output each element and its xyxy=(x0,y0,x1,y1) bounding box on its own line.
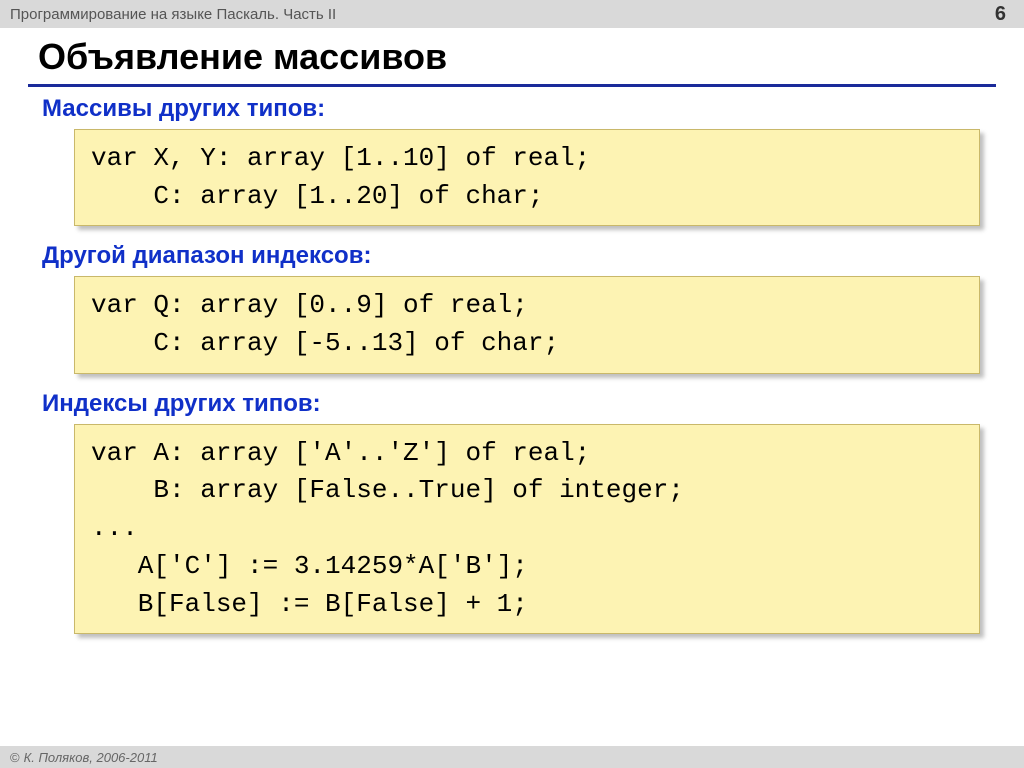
section-label-1: Массивы других типов: xyxy=(42,95,996,123)
slide-body: Объявление массивов Массивы других типов… xyxy=(0,28,1024,634)
header-bar: Программирование на языке Паскаль. Часть… xyxy=(0,0,1024,28)
page-number: 6 xyxy=(995,3,1006,26)
header-title: Программирование на языке Паскаль. Часть… xyxy=(10,6,336,23)
footer-bar: © К. Поляков, 2006-2011 xyxy=(0,746,1024,768)
code-block-1: var X, Y: array [1..10] of real; C: arra… xyxy=(74,129,980,226)
section-label-3: Индексы других типов: xyxy=(42,390,996,418)
footer-text: К. Поляков, 2006-2011 xyxy=(24,750,158,765)
copyright-symbol: © xyxy=(10,750,20,765)
slide-title: Объявление массивов xyxy=(28,36,996,87)
code-block-3: var A: array ['A'..'Z'] of real; B: arra… xyxy=(74,424,980,634)
section-label-2: Другой диапазон индексов: xyxy=(42,242,996,270)
code-block-2: var Q: array [0..9] of real; C: array [-… xyxy=(74,276,980,373)
